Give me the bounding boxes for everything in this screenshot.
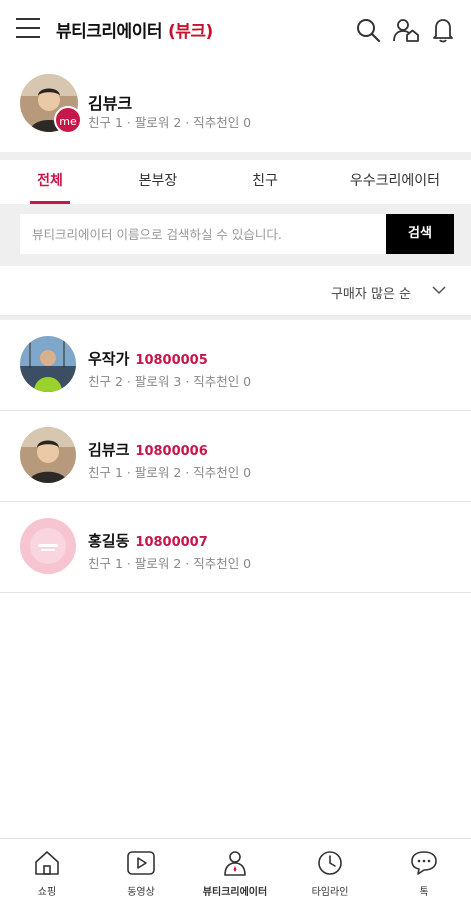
chat-bubble-icon [411, 851, 437, 875]
nav-shopping[interactable]: 쇼핑 [0, 839, 94, 900]
search-area: 검색 [0, 204, 471, 266]
nav-beauty-creator[interactable]: 뷰티크리에이터 [188, 839, 282, 900]
list-item[interactable]: 홍길동 10800007 친구 1 · 팔로워 2 · 직추천인 0 [0, 502, 471, 593]
bell-icon[interactable] [429, 16, 457, 44]
search-icon[interactable] [354, 16, 382, 44]
creator-name-text: 우작가 [88, 350, 130, 368]
chevron-down-icon[interactable] [431, 282, 447, 298]
creator-code: 10800007 [135, 535, 208, 550]
sort-bar: 구매자 많은 순 [0, 266, 471, 316]
nav-label: 톡 [419, 887, 429, 898]
menu-icon[interactable] [16, 18, 40, 38]
profile-name: 김뷰크 [88, 94, 133, 113]
tab-bar: 전체 본부장 친구 우수크리에이터 [0, 160, 471, 204]
tab-director[interactable]: 본부장 [118, 160, 198, 204]
creator-name-text: 홍길동 [88, 532, 130, 550]
creator-stats: 친구 1 · 팔로워 2 · 직추천인 0 [88, 465, 252, 480]
app-title-text: 뷰티크리에이터 [56, 22, 162, 42]
tab-all[interactable]: 전체 [20, 160, 80, 204]
app-header: 뷰티크리에이터 (뷰크) [0, 0, 471, 60]
friends-home-icon[interactable] [392, 16, 420, 44]
creator-person-icon [224, 851, 246, 876]
me-badge: me [54, 106, 82, 134]
search-input[interactable] [20, 214, 386, 254]
search-button[interactable]: 검색 [386, 214, 454, 254]
app-title: 뷰티크리에이터 (뷰크) [56, 17, 213, 42]
bottom-nav: 쇼핑 동영상 뷰티크리에이터 타임라인 톡 [0, 838, 471, 900]
creator-name: 홍길동 10800007 [88, 530, 208, 551]
nav-label: 뷰티크리에이터 [202, 887, 268, 898]
creator-name: 우작가 10800005 [88, 348, 208, 369]
tab-top-creators[interactable]: 우수크리에이터 [330, 160, 460, 204]
sort-dropdown[interactable]: 구매자 많은 순 [331, 283, 411, 302]
list-item[interactable]: 우작가 10800005 친구 2 · 팔로워 3 · 직추천인 0 [0, 320, 471, 411]
video-play-icon [127, 851, 155, 875]
avatar [20, 427, 76, 483]
creator-name: 김뷰크 10800006 [88, 439, 208, 460]
profile-stats: 친구 1 · 팔로워 2 · 직추천인 0 [88, 115, 252, 130]
creator-list: 우작가 10800005 친구 2 · 팔로워 3 · 직추천인 0 김뷰크 108… [0, 320, 471, 593]
nav-label: 동영상 [127, 887, 155, 898]
app-title-brand: (뷰크) [167, 22, 213, 42]
section-divider [0, 152, 471, 160]
avatar [20, 518, 76, 574]
tab-friends[interactable]: 친구 [230, 160, 300, 204]
nav-label: 타임라인 [311, 887, 349, 898]
creator-stats: 친구 1 · 팔로워 2 · 직추천인 0 [88, 556, 252, 571]
my-profile[interactable]: me 김뷰크 친구 1 · 팔로워 2 · 직추천인 0 [0, 60, 471, 152]
avatar [20, 336, 76, 392]
my-avatar-wrap: me [20, 74, 82, 134]
list-item[interactable]: 김뷰크 10800006 친구 1 · 팔로워 2 · 직추천인 0 [0, 411, 471, 502]
clock-icon [318, 851, 342, 875]
creator-code: 10800005 [135, 353, 208, 368]
home-icon [35, 851, 59, 875]
creator-code: 10800006 [135, 444, 208, 459]
nav-timeline[interactable]: 타임라인 [283, 839, 377, 900]
nav-video[interactable]: 동영상 [94, 839, 188, 900]
creator-name-text: 김뷰크 [88, 441, 130, 459]
nav-label: 쇼핑 [37, 887, 57, 898]
nav-talk[interactable]: 톡 [377, 839, 471, 900]
creator-stats: 친구 2 · 팔로워 3 · 직추천인 0 [88, 374, 252, 389]
